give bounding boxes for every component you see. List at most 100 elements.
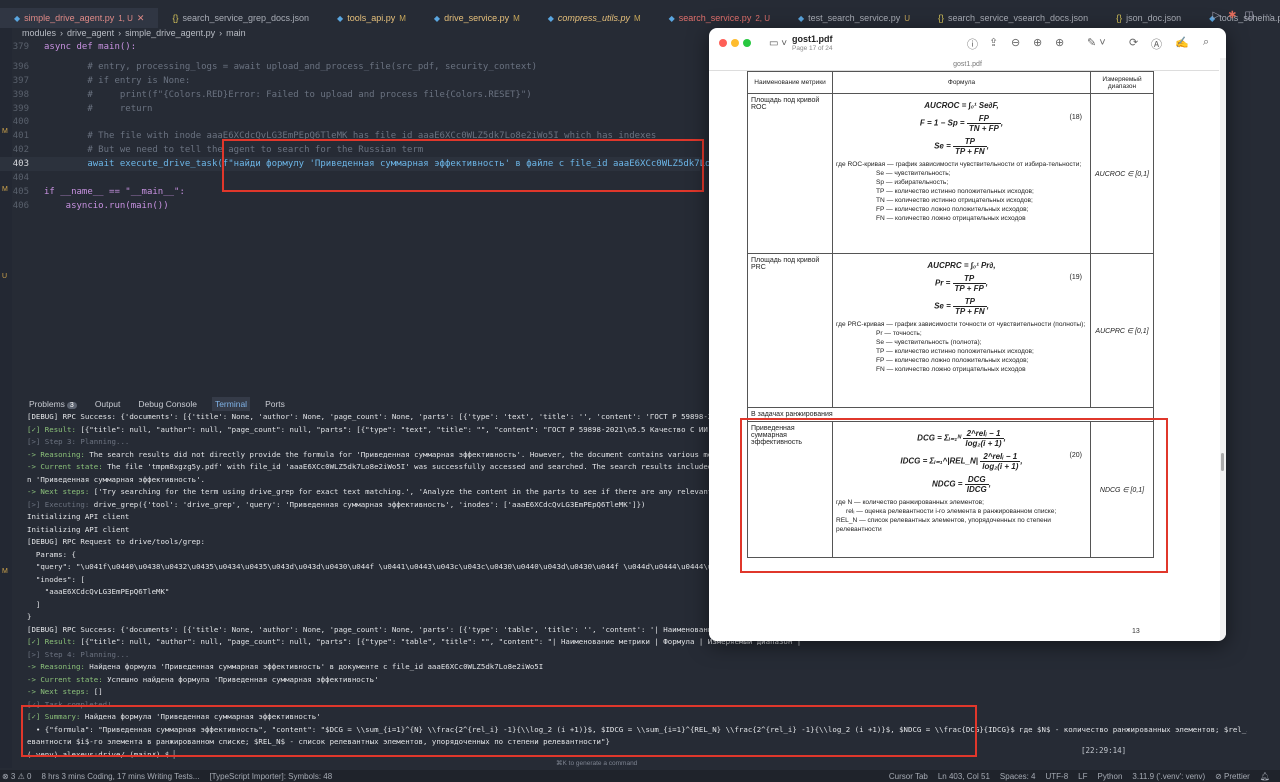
code-line[interactable]: 406 asyncio.run(main()) [0,199,169,213]
tab-search-service-vsearch-docs[interactable]: {} search_service_vsearch_docs.json [924,8,1102,28]
code-line[interactable]: 396 # entry, processing_logs = await upl… [0,60,537,74]
pdf-page[interactable]: Наименование метрики Формула Измеряемый … [709,70,1219,641]
zoom-out-icon[interactable]: ⊖ [1011,36,1020,49]
tab-ports[interactable]: Ports [262,397,288,411]
search-icon[interactable]: ⌕ [1203,36,1209,49]
pdf-document-title: gost1.pdf [953,61,982,68]
breadcrumb: modules › drive_agent › simple_drive_agent… [22,28,246,38]
line-number: 406 [12,201,29,211]
terminal-prefix: -> Next steps: [27,487,90,496]
terminal-prefix: -> Next steps: [27,687,90,696]
line-number: 402 [12,145,29,155]
line-number: 404 [12,173,29,183]
tab-search-service[interactable]: ◆ search_service.py 2, U [655,8,784,28]
highlight-box [21,705,977,757]
python-file-icon: ◆ [798,13,805,23]
minimize-window-button[interactable] [731,39,739,47]
line-number: 400 [12,117,29,127]
zoom-window-button[interactable] [743,39,751,47]
code-text: # entry, processing_logs = await upload_… [44,62,538,72]
line-number: 399 [12,104,29,114]
terminal-text: ['Try searching for the term using drive… [89,487,802,496]
tab-compress-utils[interactable]: ◆ compress_utils.py M [534,8,655,28]
python-file-icon: ◆ [337,13,344,23]
close-icon[interactable]: ✕ [137,13,145,24]
bell-icon[interactable]: 🔔︎ [1260,772,1270,781]
info-icon[interactable]: ⓘ [967,36,978,52]
json-file-icon: {} [172,13,179,23]
tab-tools-api[interactable]: ◆ tools_api.py M [323,8,420,28]
run-icon[interactable]: ▷ [1212,10,1220,21]
signature-icon[interactable]: ✍ [1175,36,1189,49]
terminal-timestamp: [22:29:14] [1081,746,1127,755]
terminal-text: The file 'tmpm8xgzg5y.pdf' with file_id … [102,462,802,471]
terminal-text: [DEBUG] RPC Success: {'documents': [{'ti… [27,624,797,634]
code-text: if __name__ == "__main__": [44,187,185,197]
python-file-icon: ◆ [14,13,21,23]
pdf-title: gost1.pdf [792,34,833,44]
sidebar-toggle-icon[interactable]: ▭ ˅ [769,38,787,49]
split-editor-icon[interactable]: ◫ [1245,10,1254,21]
terminal-text: The search results did not directly prov… [84,449,802,459]
code-text: # if entry is None: [44,76,191,86]
code-line[interactable]: 397 # if entry is None: [0,74,191,88]
terminal-prefix: -> Current state: [27,462,103,471]
python-file-icon: ◆ [547,13,554,23]
code-line[interactable]: 404 [0,171,44,185]
python-file-icon: ◆ [668,13,675,23]
code-line[interactable]: 405 if __name__ == "__main__": [0,185,185,199]
json-file-icon: {} [937,13,944,23]
terminal-line: [>] Step 4: Planning... [27,649,1247,662]
editor-actions: ▷ ✱ ◫ ⋯ [1212,10,1272,21]
terminal-prefix: [>] Executing: [27,499,90,509]
close-window-button[interactable] [719,39,727,47]
tab-simple-drive-agent[interactable]: ◆ simple_drive_agent.py 1, U ✕ [0,8,159,28]
terminal-line: -> Current state: Успешно найдена формул… [27,674,1247,687]
terminal-text: Params: { [27,549,76,559]
markup-pen-icon[interactable]: ✎ ˅ [1087,36,1106,49]
terminal-hint: ⌘K to generate a command [556,760,638,767]
tab-terminal[interactable]: Terminal [211,397,251,411]
debug-icon[interactable]: ✱ [1228,10,1236,21]
tab-problems[interactable]: Problems 3 [26,397,80,411]
terminal-text: [] [89,687,103,696]
terminal-prefix: -> Current state: [27,674,103,684]
line-number: 397 [12,76,29,86]
pdf-preview-window: ▭ ˅ gost1.pdf Page 17 of 24 ⓘ ⇪ ⊖ ⊕ ⊕ ✎ … [709,28,1226,641]
tab-json-doc[interactable]: {} json_doc.json [1102,8,1195,28]
git-marker: U [2,273,8,280]
terminal-line: -> Next steps: [] [27,686,1247,699]
tab-debug-console[interactable]: Debug Console [135,397,200,411]
terminal-text: [{"title": null, "author": null, "page_c… [75,424,802,434]
terminal-text: [DEBUG] RPC Success: {'documents': [{'ti… [27,412,797,421]
annotate-icon[interactable]: Ⓐ [1151,36,1162,52]
prc-definitions: где PRC-кривая — график зависимости точн… [836,321,1086,373]
tab-search-service-grep-docs[interactable]: {} search_service_grep_docs.json [158,8,323,28]
terminal-text: "aaaE6XCdcQvLG3EmPEpQ6TleMK" [27,587,170,596]
code-line[interactable]: 398 # print(f"{Colors.RED}Error: Failed … [0,88,532,102]
tab-drive-service[interactable]: ◆ drive_service.py M [420,8,534,28]
code-text: asyncio.run(main()) [44,201,169,211]
line-number: 398 [12,90,29,100]
more-icon[interactable]: ⋯ [1262,10,1272,21]
code-line[interactable]: 379 async def main(): [0,40,136,54]
line-number: 396 [12,62,29,72]
tab-test-search-service[interactable]: ◆ test_search_service.py U [784,8,924,28]
zoom-fit-icon[interactable]: ⊕ [1055,36,1064,49]
code-text: # print(f"{Colors.RED}Error: Failed to u… [44,90,532,100]
rotate-icon[interactable]: ⟳ [1129,36,1138,49]
table-row-roc: Площадь под кривой ROC AUCROC = ∫₀¹ Se∂F… [747,93,1154,254]
terminal-text: "inodes": [ [27,574,85,584]
share-icon[interactable]: ⇪ [989,36,998,49]
tab-output[interactable]: Output [92,397,124,411]
table-row-prc: Площадь под кривой PRC AUCPRC = ∫₀¹ Pr∂,… [747,253,1154,408]
pdf-scrollbar[interactable] [1220,58,1226,641]
editor-tabs: ◆ simple_drive_agent.py 1, U ✕ {} search_ser… [0,8,1280,28]
code-text: # return [44,104,153,114]
code-line[interactable]: 399 # return [0,102,153,116]
terminal-prefix: [>] Step 3: Planning... [27,437,130,446]
scrollbar-thumb[interactable] [1221,453,1224,471]
terminal-text: } [27,612,32,621]
zoom-in-icon[interactable]: ⊕ [1033,36,1042,49]
code-line[interactable]: 400 [0,115,44,129]
